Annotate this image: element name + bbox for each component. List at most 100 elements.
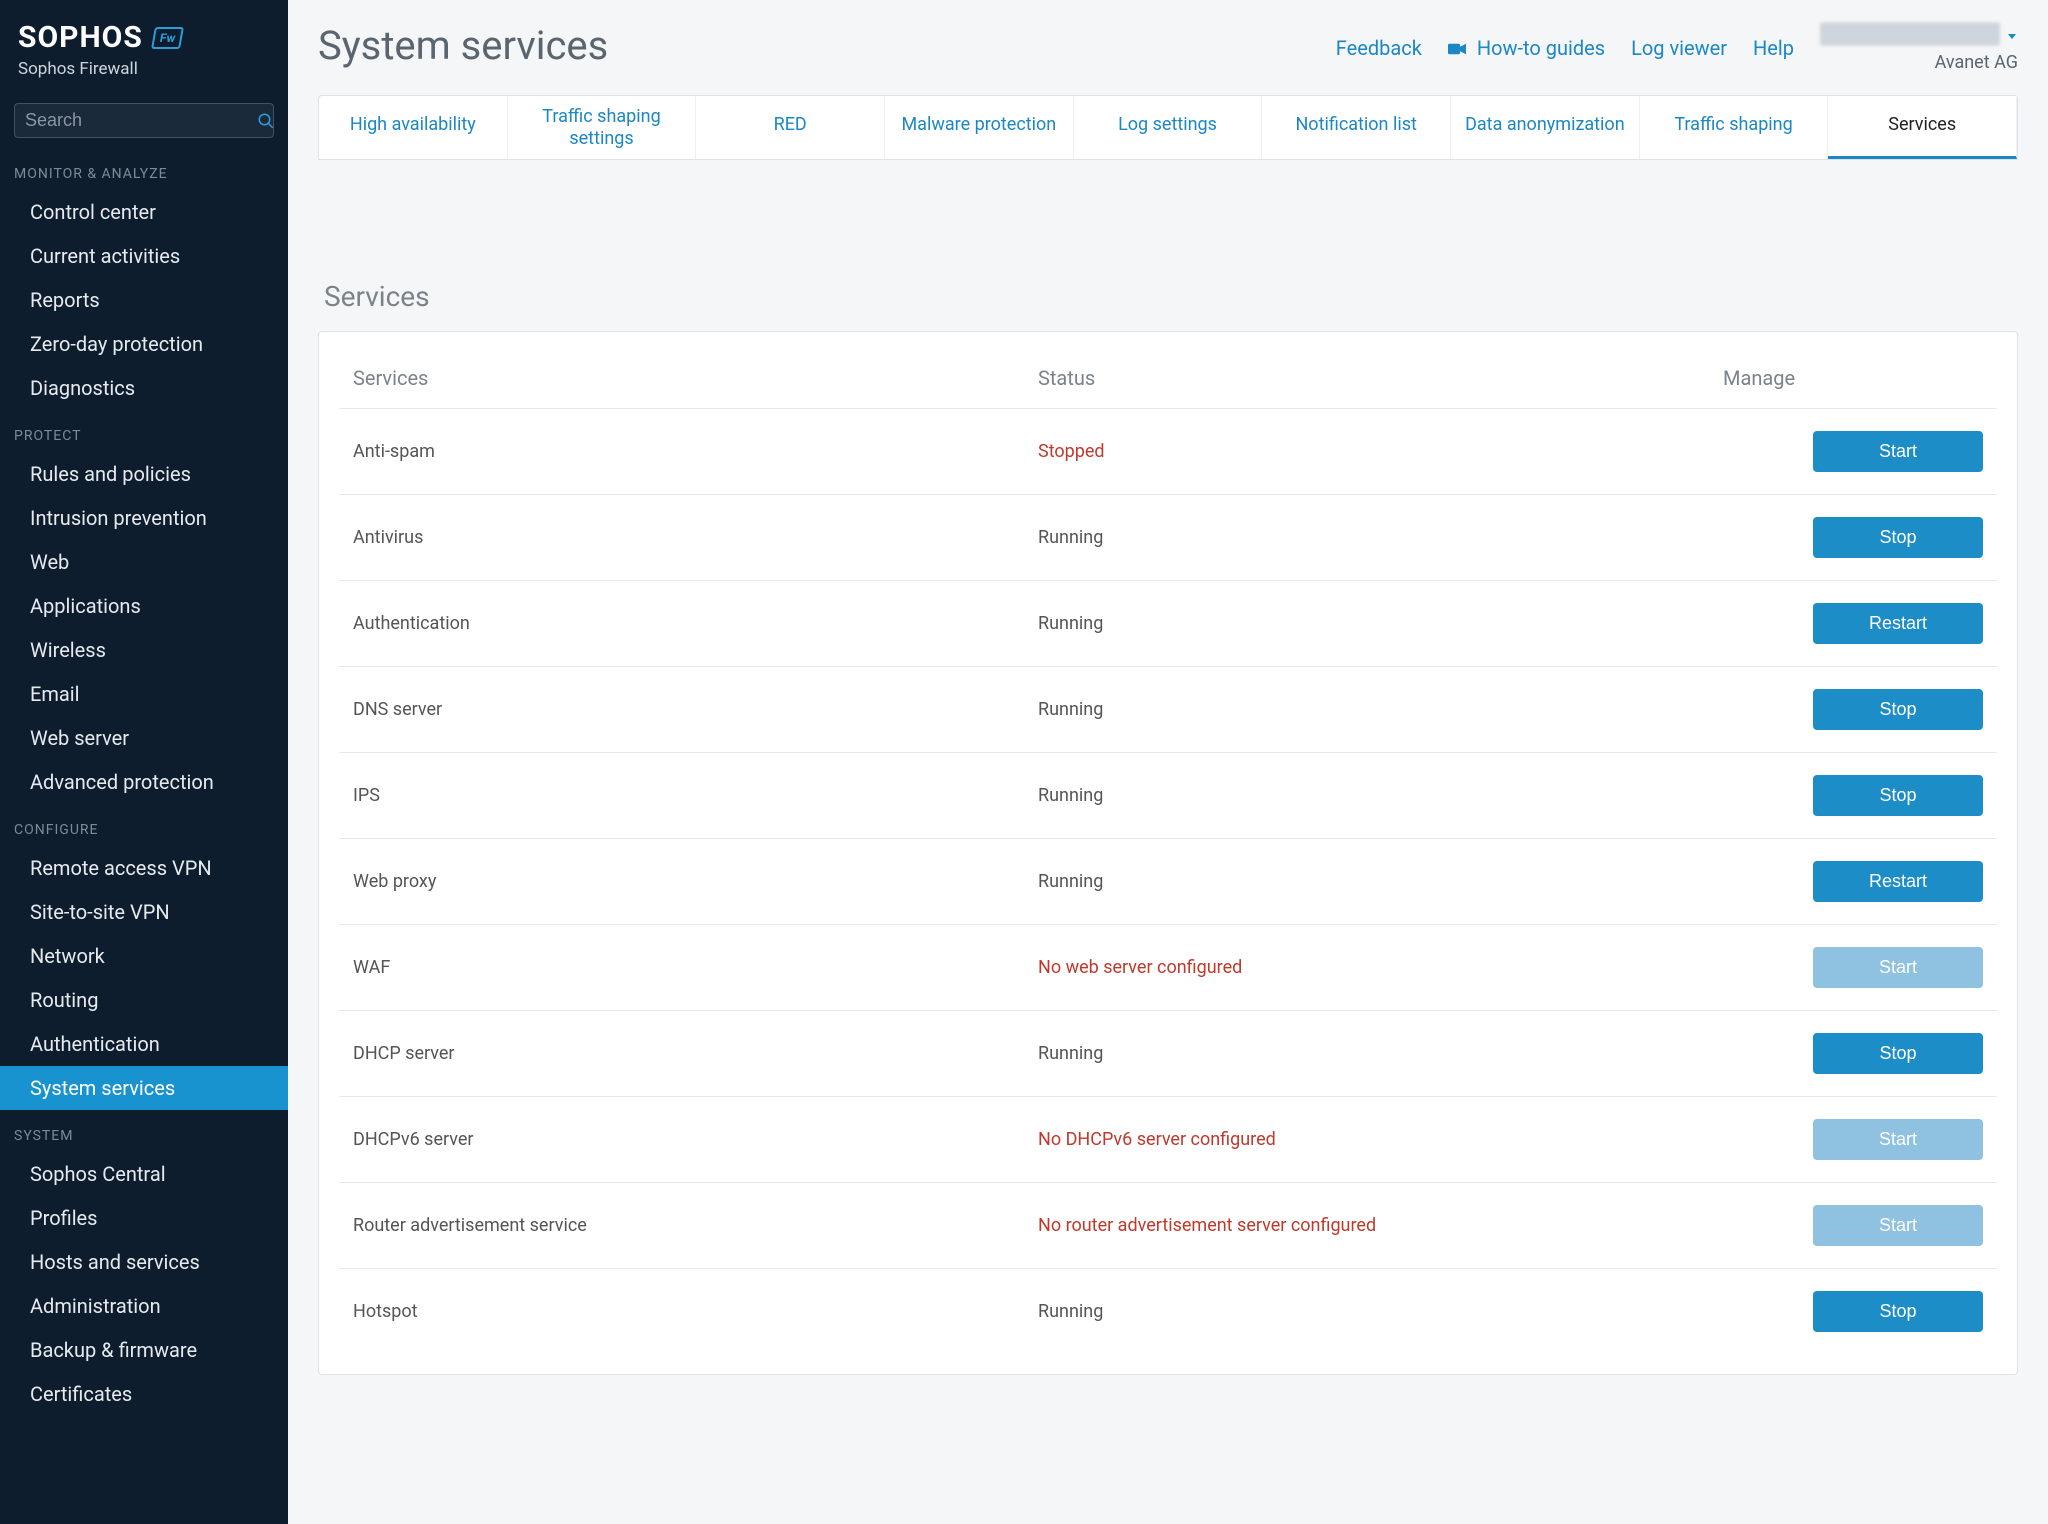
logviewer-link[interactable]: Log viewer xyxy=(1631,36,1727,60)
sidebar-item-diagnostics[interactable]: Diagnostics xyxy=(0,366,288,410)
section-title: Services xyxy=(288,160,2048,331)
restart-button[interactable]: Restart xyxy=(1813,861,1983,902)
table-row: DNS serverRunningStop xyxy=(339,667,1997,753)
sidebar-item-site-to-site-vpn[interactable]: Site-to-site VPN xyxy=(0,890,288,934)
service-name: Hotspot xyxy=(353,1301,1018,1322)
topbar: System services Feedback How-to guides L… xyxy=(288,0,2048,83)
sidebar-item-reports[interactable]: Reports xyxy=(0,278,288,322)
service-name: DNS server xyxy=(353,699,1018,720)
table-row: Antivirus Running Stop xyxy=(339,495,1997,581)
sidebar-item-applications[interactable]: Applications xyxy=(0,584,288,628)
service-name: Anti-spam xyxy=(353,441,1018,462)
sidebar-item-hosts-and-services[interactable]: Hosts and services xyxy=(0,1240,288,1284)
sidebar-item-control-center[interactable]: Control center xyxy=(0,190,288,234)
table-row: DHCPv6 server No DHCPv6 server configured… xyxy=(339,1097,1997,1183)
tab-traffic-shaping[interactable]: Traffic shaping xyxy=(1640,96,1829,159)
sidebar-item-profiles[interactable]: Profiles xyxy=(0,1196,288,1240)
stop-button[interactable]: Stop xyxy=(1813,517,1983,558)
sidebar-item-system-services[interactable]: System services xyxy=(0,1066,288,1110)
tab-services[interactable]: Services xyxy=(1828,96,2017,159)
tab-traffic-shaping-settings[interactable]: Traffic shapingsettings xyxy=(508,96,697,159)
sidebar-item-remote-access-vpn[interactable]: Remote access VPN xyxy=(0,846,288,890)
service-status: Running xyxy=(1038,785,1703,806)
howto-link[interactable]: How-to guides xyxy=(1448,36,1605,60)
start-button: Start xyxy=(1813,1119,1983,1160)
sidebar-item-rules-and-policies[interactable]: Rules and policies xyxy=(0,452,288,496)
sidebar-item-sophos-central[interactable]: Sophos Central xyxy=(0,1152,288,1196)
sidebar-item-web-server[interactable]: Web server xyxy=(0,716,288,760)
tab-red[interactable]: RED xyxy=(696,96,885,159)
stop-button[interactable]: Stop xyxy=(1813,689,1983,730)
tab-notification-list[interactable]: Notification list xyxy=(1262,96,1451,159)
sidebar-item-wireless[interactable]: Wireless xyxy=(0,628,288,672)
service-name: DHCPv6 server xyxy=(353,1129,1018,1150)
table-header: Services Status Manage xyxy=(339,352,1997,409)
table-row: IPS Running Stop xyxy=(339,753,1997,839)
brand-subtitle: Sophos Firewall xyxy=(18,59,270,79)
feedback-link[interactable]: Feedback xyxy=(1336,36,1422,60)
nav-section-title: SYSTEM xyxy=(0,1110,288,1152)
service-status: Running xyxy=(1038,613,1703,634)
table-row: DHCP server Running Stop xyxy=(339,1011,1997,1097)
sidebar-item-backup-firmware[interactable]: Backup & firmware xyxy=(0,1328,288,1372)
col-manage: Manage xyxy=(1723,366,1795,390)
nav-section-title: CONFIGURE xyxy=(0,804,288,846)
sidebar-item-web[interactable]: Web xyxy=(0,540,288,584)
service-status: No router advertisement server configure… xyxy=(1038,1215,1703,1236)
sidebar-item-intrusion-prevention[interactable]: Intrusion prevention xyxy=(0,496,288,540)
main: System services Feedback How-to guides L… xyxy=(288,0,2048,1524)
restart-button[interactable]: Restart xyxy=(1813,603,1983,644)
sidebar-item-routing[interactable]: Routing xyxy=(0,978,288,1022)
service-name: Web proxy xyxy=(353,871,1018,892)
stop-button[interactable]: Stop xyxy=(1813,1033,1983,1074)
service-status: Stopped xyxy=(1038,441,1703,462)
service-name: WAF xyxy=(353,957,1018,978)
table-row: Anti-spam Stopped Start xyxy=(339,409,1997,495)
service-name: DHCP server xyxy=(353,1043,1018,1064)
service-name: Router advertisement service xyxy=(353,1215,1018,1236)
help-link[interactable]: Help xyxy=(1753,36,1794,60)
service-name: Authentication xyxy=(353,613,1018,634)
sidebar-item-current-activities[interactable]: Current activities xyxy=(0,234,288,278)
sidebar-item-zero-day-protection[interactable]: Zero-day protection xyxy=(0,322,288,366)
howto-label: How-to guides xyxy=(1477,36,1605,60)
sidebar: SOPHOS Fw Sophos Firewall MONITOR & ANAL… xyxy=(0,0,288,1524)
table-row: Router advertisement service No router ad… xyxy=(339,1183,1997,1269)
service-status: No DHCPv6 server configured xyxy=(1038,1129,1703,1150)
service-status: Running xyxy=(1038,1043,1703,1064)
brand-block: SOPHOS Fw Sophos Firewall xyxy=(0,0,288,89)
sidebar-item-certificates[interactable]: Certificates xyxy=(0,1372,288,1416)
sidebar-item-administration[interactable]: Administration xyxy=(0,1284,288,1328)
service-status: Running xyxy=(1038,871,1703,892)
service-name: Antivirus xyxy=(353,527,1018,548)
brand-badge-icon: Fw xyxy=(151,27,184,49)
search-box[interactable] xyxy=(14,103,274,138)
sidebar-item-advanced-protection[interactable]: Advanced protection xyxy=(0,760,288,804)
sidebar-item-network[interactable]: Network xyxy=(0,934,288,978)
tab-log-settings[interactable]: Log settings xyxy=(1074,96,1263,159)
service-name: IPS xyxy=(353,785,1018,806)
tab-malware-protection[interactable]: Malware protection xyxy=(885,96,1074,159)
search-input[interactable] xyxy=(25,110,257,131)
sidebar-item-email[interactable]: Email xyxy=(0,672,288,716)
chevron-down-icon[interactable] xyxy=(2006,22,2018,46)
start-button[interactable]: Start xyxy=(1813,431,1983,472)
top-links: Feedback How-to guides Log viewer Help A… xyxy=(1336,22,2018,73)
page-title: System services xyxy=(318,22,608,69)
stop-button[interactable]: Stop xyxy=(1813,775,1983,816)
search-icon[interactable] xyxy=(257,111,275,131)
col-status: Status xyxy=(1038,366,1703,390)
start-button: Start xyxy=(1813,947,1983,988)
stop-button[interactable]: Stop xyxy=(1813,1291,1983,1332)
video-icon xyxy=(1448,36,1471,60)
tab-high-availability[interactable]: High availability xyxy=(319,96,508,159)
nav-section-title: MONITOR & ANALYZE xyxy=(0,148,288,190)
service-status: Running xyxy=(1038,527,1703,548)
col-services: Services xyxy=(353,366,1018,390)
sidebar-item-authentication[interactable]: Authentication xyxy=(0,1022,288,1066)
table-row: Web proxy Running Restart xyxy=(339,839,1997,925)
table-row: WAFNo web server configuredStart xyxy=(339,925,1997,1011)
table-row: Authentication Running Restart xyxy=(339,581,1997,667)
tab-data-anonymization[interactable]: Data anonymization xyxy=(1451,96,1640,159)
service-status: Running xyxy=(1038,1301,1703,1322)
